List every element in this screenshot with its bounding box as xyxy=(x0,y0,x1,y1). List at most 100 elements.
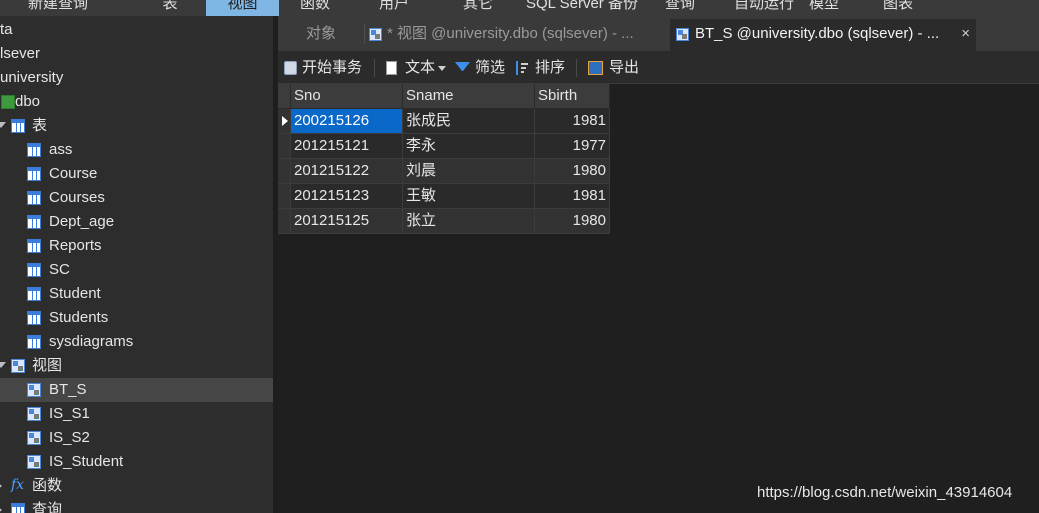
table-button[interactable]: 表 xyxy=(125,0,215,16)
table-cell[interactable]: 1980 xyxy=(535,209,610,234)
other-button[interactable]: 其它 xyxy=(450,0,506,16)
table-cell[interactable]: 200215126 xyxy=(291,109,403,134)
new-query-button[interactable]: 新建查询 xyxy=(14,0,102,16)
model-button[interactable]: 模型 xyxy=(802,0,846,16)
tree-item-queries[interactable]: 查询 xyxy=(0,498,273,513)
view-button[interactable]: 视图 xyxy=(206,0,279,16)
view-icon xyxy=(676,28,689,41)
tree-item-table[interactable]: Courses xyxy=(0,186,273,210)
table-icon xyxy=(27,143,41,157)
export-button[interactable]: 导出 xyxy=(588,51,644,84)
table-cell[interactable]: 李永 xyxy=(403,134,535,159)
sort-label: 排序 xyxy=(535,59,566,76)
chevron-down-icon[interactable] xyxy=(0,362,6,368)
chart-button[interactable]: 图表 xyxy=(876,0,920,16)
table-cell[interactable]: 张立 xyxy=(403,209,535,234)
chevron-right-icon[interactable] xyxy=(0,481,2,491)
tree-item-sqlsever[interactable]: lsever xyxy=(0,42,273,66)
table-icon xyxy=(27,335,41,349)
chevron-down-icon[interactable] xyxy=(0,122,6,128)
row-header[interactable] xyxy=(278,159,291,184)
tab-bt-s[interactable]: BT_S @university.dbo (sqlsever) - ... × xyxy=(670,19,976,51)
tree-item-table[interactable]: Students xyxy=(0,306,273,330)
tree-item-functions[interactable]: fx 函数 xyxy=(0,474,273,498)
text-view-button[interactable]: 文本 xyxy=(386,51,446,84)
table-cell[interactable]: 王敏 xyxy=(403,184,535,209)
tree-item-label: Reports xyxy=(49,237,102,254)
query-button[interactable]: 查询 xyxy=(658,0,702,16)
table-cell[interactable]: 1977 xyxy=(535,134,610,159)
table-cell[interactable]: 201215121 xyxy=(291,134,403,159)
column-header-sname[interactable]: Sname xyxy=(403,84,535,109)
table-cell[interactable]: 1980 xyxy=(535,159,610,184)
tree-item-label: SC xyxy=(49,261,70,278)
function-button[interactable]: 函数 xyxy=(287,0,343,16)
tree-item-label: lsever xyxy=(0,45,41,62)
export-icon xyxy=(588,61,603,75)
view-icon xyxy=(27,407,41,421)
tree-item-label: Student xyxy=(49,285,101,302)
tree-item-views[interactable]: 视图 xyxy=(0,354,273,378)
table-icon xyxy=(27,263,41,277)
row-header[interactable] xyxy=(278,209,291,234)
tab-label: BT_S @university.dbo (sqlsever) - ... xyxy=(695,25,940,42)
user-button[interactable]: 用户 xyxy=(366,0,422,16)
tab-view-designer[interactable]: * 视图 @university.dbo (sqlsever) - ... xyxy=(366,19,666,51)
tree-item-table[interactable]: Student xyxy=(0,282,273,306)
tree-item-connection[interactable]: ta xyxy=(0,18,273,42)
filter-button[interactable]: 筛选 xyxy=(455,51,509,84)
table-cell[interactable]: 刘晨 xyxy=(403,159,535,184)
tree-item-view-selected[interactable]: BT_S xyxy=(0,378,273,402)
object-toolbar: 开始事务 文本 筛选 排序 导出 xyxy=(278,51,1039,84)
row-header[interactable] xyxy=(278,109,291,134)
function-icon: fx xyxy=(11,477,25,493)
tree-item-view[interactable]: IS_Student xyxy=(0,450,273,474)
tree-item-label: 查询 xyxy=(32,501,63,513)
grid-corner xyxy=(278,84,291,109)
begin-transaction-button[interactable]: 开始事务 xyxy=(284,51,372,84)
tree-item-tables[interactable]: 表 xyxy=(0,114,273,138)
tree-item-label: BT_S xyxy=(49,381,87,398)
document-icon xyxy=(386,61,397,75)
sort-button[interactable]: 排序 xyxy=(514,51,568,84)
table-cell[interactable]: 1981 xyxy=(535,109,610,134)
view-icon xyxy=(27,431,41,445)
column-header-sno[interactable]: Sno xyxy=(291,84,403,109)
tree-item-label: ta xyxy=(0,21,13,38)
row-header[interactable] xyxy=(278,134,291,159)
automation-button[interactable]: 自动运行 xyxy=(718,0,810,16)
table-icon xyxy=(27,215,41,229)
sql-server-backup-button[interactable]: SQL Server 备份 xyxy=(520,0,644,16)
tab-bar: 对象 * 视图 @university.dbo (sqlsever) - ...… xyxy=(278,16,1039,51)
tree-item-dbo[interactable]: dbo xyxy=(0,90,273,114)
tree-item-view[interactable]: IS_S2 xyxy=(0,426,273,450)
tree-item-table[interactable]: Course xyxy=(0,162,273,186)
tree-item-university[interactable]: university xyxy=(0,66,273,90)
tab-divider xyxy=(364,24,365,44)
close-icon[interactable]: × xyxy=(961,19,970,49)
table-cell[interactable]: 201215123 xyxy=(291,184,403,209)
table-icon xyxy=(27,311,41,325)
chevron-right-icon[interactable] xyxy=(0,505,2,513)
tab-objects[interactable]: 对象 xyxy=(278,19,364,51)
table-cell[interactable]: 201215122 xyxy=(291,159,403,184)
table-icon xyxy=(27,287,41,301)
tree-item-table[interactable]: Dept_age xyxy=(0,210,273,234)
text-view-label: 文本 xyxy=(405,59,436,76)
tree-item-label: dbo xyxy=(15,93,41,110)
begin-transaction-label: 开始事务 xyxy=(302,59,363,76)
toolbar-divider xyxy=(374,59,375,77)
row-header[interactable] xyxy=(278,184,291,209)
tree-item-label: 函数 xyxy=(32,477,63,494)
tree-item-view[interactable]: IS_S1 xyxy=(0,402,273,426)
tree-item-table[interactable]: Reports xyxy=(0,234,273,258)
table-cell[interactable]: 201215125 xyxy=(291,209,403,234)
table-icon xyxy=(27,239,41,253)
view-icon xyxy=(11,359,25,373)
tree-item-table[interactable]: SC xyxy=(0,258,273,282)
table-cell[interactable]: 1981 xyxy=(535,184,610,209)
table-cell[interactable]: 张成民 xyxy=(403,109,535,134)
column-header-sbirth[interactable]: Sbirth xyxy=(535,84,610,109)
tree-item-table[interactable]: ass xyxy=(0,138,273,162)
tree-item-table[interactable]: sysdiagrams xyxy=(0,330,273,354)
